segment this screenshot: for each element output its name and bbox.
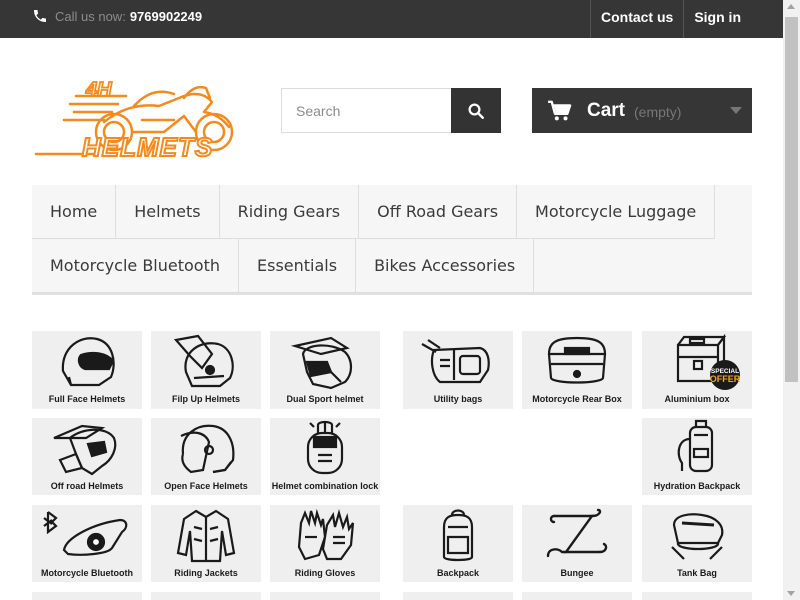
tile-label: Aluminium box	[664, 394, 730, 404]
contact-us-link[interactable]: Contact us	[589, 0, 683, 38]
top-links: Contact us Sign in	[589, 0, 751, 38]
search-bar	[281, 88, 501, 133]
category-tile-open-face-helmets[interactable]: Open Face Helmets	[151, 418, 261, 495]
category-tile-full-face-helmets[interactable]: Full Face Helmets	[32, 331, 142, 409]
scroll-down-arrow-icon[interactable]	[787, 591, 795, 596]
category-tile-partial[interactable]	[151, 592, 261, 600]
scroll-up-arrow-icon[interactable]	[787, 4, 795, 9]
menu-item-riding-gears[interactable]: Riding Gears	[219, 185, 360, 239]
category-tile-partial[interactable]	[642, 592, 752, 600]
top-bar: Call us now: 9769902249 Contact us Sign …	[0, 0, 783, 38]
cart-block[interactable]: Cart (empty)	[532, 88, 752, 133]
cart-status: (empty)	[634, 104, 682, 120]
tile-label: Backpack	[436, 568, 480, 578]
svg-text:HELMETS: HELMETS	[82, 132, 213, 162]
flip-up-helmet-icon	[173, 334, 234, 388]
tile-label: Hydration Backpack	[653, 481, 741, 491]
category-tile-dual-sport-helmet[interactable]: Dual Sport helmet	[270, 331, 380, 409]
bungee-cord-icon	[546, 508, 608, 558]
phone-number: 9769902249	[129, 8, 203, 24]
tile-label: Dual Sport helmet	[286, 394, 364, 404]
category-tile-off-road-helmets[interactable]: Off road Helmets	[32, 418, 142, 495]
menu-row-2: Motorcycle Bluetooth Essentials Bikes Ac…	[32, 239, 752, 293]
tile-label: Helmet combination lock	[271, 481, 379, 491]
category-tile-backpack[interactable]: Backpack	[403, 505, 513, 582]
backpack-icon	[442, 509, 474, 562]
tile-label: Full Face Helmets	[48, 394, 126, 404]
search-icon	[468, 103, 484, 119]
category-tile-partial[interactable]	[32, 592, 142, 600]
cart-label: Cart	[587, 99, 626, 121]
full-face-helmet-icon	[61, 337, 115, 387]
category-tile-partial[interactable]	[270, 592, 380, 600]
tile-label: Motorcycle Bluetooth	[40, 568, 133, 578]
category-tile-partial[interactable]	[403, 592, 513, 600]
riding-gloves-icon	[297, 508, 355, 561]
tile-label: Open Face Helmets	[164, 481, 248, 491]
category-tile-riding-gloves[interactable]: Riding Gloves	[270, 505, 380, 582]
category-tile-motorcycle-bluetooth[interactable]: Motorcycle Bluetooth	[32, 505, 142, 582]
search-input[interactable]	[281, 88, 451, 133]
site-logo[interactable]: 4H HELMETS	[34, 72, 250, 162]
chevron-down-icon[interactable]	[730, 107, 742, 114]
menu-item-motorcycle-bluetooth[interactable]: Motorcycle Bluetooth	[32, 239, 239, 293]
menu-item-helmets[interactable]: Helmets	[116, 185, 220, 239]
dual-sport-helmet-icon	[291, 336, 353, 390]
sign-in-link[interactable]: Sign in	[683, 0, 751, 38]
scrollbar-thumb[interactable]	[785, 17, 798, 382]
tile-label: Riding Gloves	[294, 568, 356, 578]
logo-text: 4H HELMETS	[81, 78, 213, 162]
tile-label: Motorcycle Rear Box	[532, 394, 622, 404]
shopping-cart-icon	[548, 100, 572, 120]
menu-item-bikes-accessories[interactable]: Bikes Accessories	[356, 239, 535, 293]
tile-label: Utility bags	[433, 394, 483, 404]
tile-label: Filp Up Helmets	[171, 394, 240, 404]
bluetooth-intercom-icon	[43, 511, 128, 556]
riding-jacket-icon	[176, 509, 236, 563]
menu-item-motorcycle-luggage[interactable]: Motorcycle Luggage	[517, 185, 716, 239]
call-us-label: Call us now:	[55, 8, 126, 24]
category-tile-helmet-combination-lock[interactable]: Helmet combination lock	[270, 418, 380, 495]
hydration-backpack-icon	[677, 419, 714, 473]
menu-item-home[interactable]: Home	[32, 185, 117, 239]
category-tile-tank-bag[interactable]: Tank Bag	[642, 505, 752, 582]
aluminium-box-icon: SPECIAL OFFER	[676, 333, 741, 390]
category-tile-hydration-backpack[interactable]: Hydration Backpack	[642, 418, 752, 495]
category-tile-aluminium-box[interactable]: SPECIAL OFFER Aluminium box	[642, 331, 752, 409]
category-tile-flip-up-helmets[interactable]: Filp Up Helmets	[151, 331, 261, 409]
category-tile-partial[interactable]	[522, 592, 632, 600]
category-tile-motorcycle-rear-box[interactable]: Motorcycle Rear Box	[522, 331, 632, 409]
menu-item-off-road-gears[interactable]: Off Road Gears	[359, 185, 518, 239]
main-menu: Home Helmets Riding Gears Off Road Gears…	[32, 185, 752, 295]
tile-label: Off road Helmets	[50, 481, 124, 491]
rear-box-icon	[547, 336, 607, 384]
menu-row-1: Home Helmets Riding Gears Off Road Gears…	[32, 185, 752, 239]
phone-info: Call us now: 9769902249	[32, 8, 202, 24]
open-face-helmet-icon	[180, 424, 235, 474]
off-road-helmet-icon	[53, 424, 117, 476]
utility-bag-icon	[421, 339, 490, 384]
menu-item-essentials[interactable]: Essentials	[239, 239, 357, 293]
svg-text:OFFER: OFFER	[710, 374, 741, 384]
tile-label: Tank Bag	[677, 568, 717, 578]
combination-lock-icon	[306, 420, 344, 475]
phone-icon	[34, 10, 46, 22]
page-scrollbar[interactable]	[783, 0, 800, 600]
category-tile-riding-jackets[interactable]: Riding Jackets	[151, 505, 261, 582]
search-button[interactable]	[451, 88, 501, 133]
category-tile-bungee[interactable]: Bungee	[522, 505, 632, 582]
tile-label: Bungee	[560, 568, 594, 578]
category-tile-utility-bags[interactable]: Utility bags	[403, 331, 513, 409]
svg-text:4H: 4H	[85, 79, 112, 101]
tile-label: Riding Jackets	[174, 568, 238, 578]
tank-bag-icon	[671, 513, 724, 560]
